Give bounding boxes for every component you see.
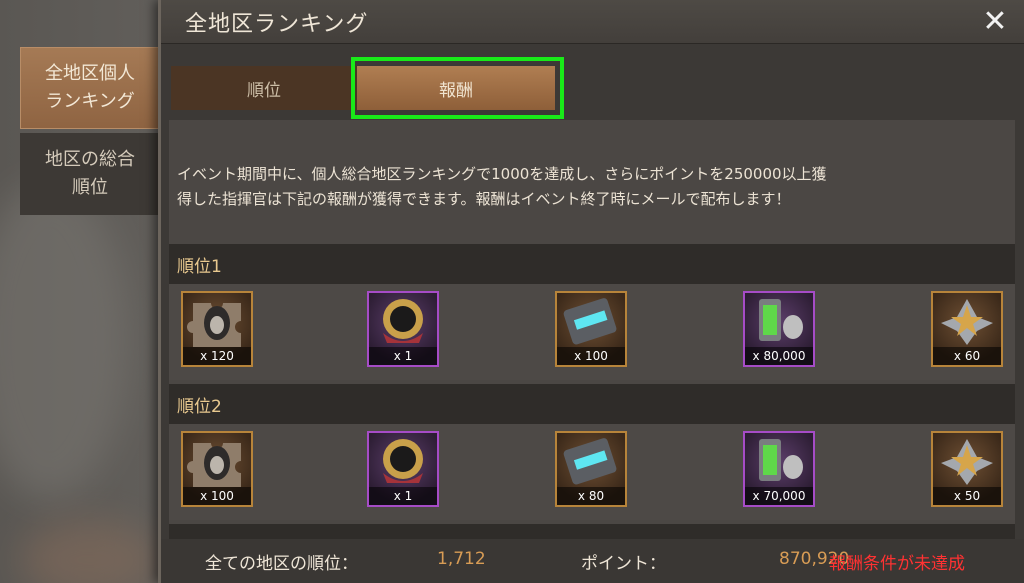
reward-row-2: x 100 x 1 x 80 x 70,000 x 50: [169, 424, 1015, 520]
hero-shard-icon: [187, 443, 241, 487]
reward-item[interactable]: x 80,000: [743, 291, 815, 367]
reward-status: 報酬条件が未達成: [829, 554, 965, 574]
item-quantity: x 120: [183, 347, 251, 365]
footer-bar: 全ての地区の順位： 1,712 ポイント： 870,920 報酬条件が未達成: [161, 539, 1024, 583]
speedup-crate-icon: [563, 438, 617, 485]
side-tab-individual-ranking[interactable]: 全地区個人 ランキング: [20, 47, 160, 129]
item-quantity: x 100: [557, 347, 625, 365]
description-line: イベント期間中に、個人総合地区ランキングで1000を達成し、さらにポイントを25…: [177, 165, 827, 183]
rank-label: 全ての地区の順位：: [205, 554, 358, 574]
energy-battery-icon: [759, 299, 803, 341]
star-medal-icon: [941, 299, 993, 345]
portrait-frame-icon: [383, 299, 423, 343]
reward-item[interactable]: x 100: [181, 431, 253, 507]
reward-content: イベント期間中に、個人総合地区ランキングで1000を達成し、さらにポイントを25…: [169, 120, 1015, 583]
item-quantity: x 80,000: [745, 347, 813, 365]
reward-item[interactable]: x 100: [555, 291, 627, 367]
side-tab-label-line1: 地区の総合: [45, 149, 135, 170]
ranking-panel: 全地区ランキング ✕ 順位 報酬 イベント期間中に、個人総合地区ランキングで10…: [158, 0, 1024, 583]
item-quantity: x 1: [369, 347, 437, 365]
item-quantity: x 50: [933, 487, 1001, 505]
star-medal-icon: [941, 439, 993, 485]
reward-item[interactable]: x 120: [181, 291, 253, 367]
tab-highlight-box: [351, 57, 564, 119]
rank-value: 1,712: [437, 549, 486, 569]
speedup-crate-icon: [563, 298, 617, 345]
background-blur: [0, 180, 130, 500]
side-tab-label-line2: 順位: [72, 177, 108, 198]
description-line: 得した指揮官は下記の報酬が獲得できます。報酬はイベント終了時にメールで配布します…: [177, 190, 791, 208]
portrait-frame-icon: [383, 439, 423, 483]
reward-item[interactable]: x 60: [931, 291, 1003, 367]
hero-shard-icon: [187, 303, 241, 347]
points-label: ポイント：: [581, 554, 666, 574]
item-quantity: x 100: [183, 487, 251, 505]
reward-item[interactable]: x 70,000: [743, 431, 815, 507]
side-tab-label-line1: 全地区個人: [45, 63, 135, 84]
rank-header-1: 順位1: [169, 244, 1015, 284]
item-quantity: x 60: [933, 347, 1001, 365]
reward-item[interactable]: x 1: [367, 291, 439, 367]
reward-item[interactable]: x 80: [555, 431, 627, 507]
side-tab-district-ranking[interactable]: 地区の総合 順位: [20, 133, 160, 215]
panel-header: 全地区ランキング ✕: [161, 0, 1024, 44]
reward-item[interactable]: x 50: [931, 431, 1003, 507]
side-tab-label-line2: ランキング: [45, 91, 135, 112]
energy-battery-icon: [759, 439, 803, 481]
item-quantity: x 1: [369, 487, 437, 505]
panel-title: 全地区ランキング: [185, 12, 369, 37]
rank-header-2: 順位2: [169, 384, 1015, 424]
item-quantity: x 70,000: [745, 487, 813, 505]
reward-item[interactable]: x 1: [367, 431, 439, 507]
reward-description: イベント期間中に、個人総合地区ランキングで1000を達成し、さらにポイントを25…: [177, 162, 977, 212]
tab-rank[interactable]: 順位: [171, 66, 357, 110]
reward-row-1: x 120 x 1 x 100 x 80,000 x 60: [169, 284, 1015, 380]
close-icon[interactable]: ✕: [980, 4, 1010, 39]
background-blur: [20, 520, 160, 583]
item-quantity: x 80: [557, 487, 625, 505]
